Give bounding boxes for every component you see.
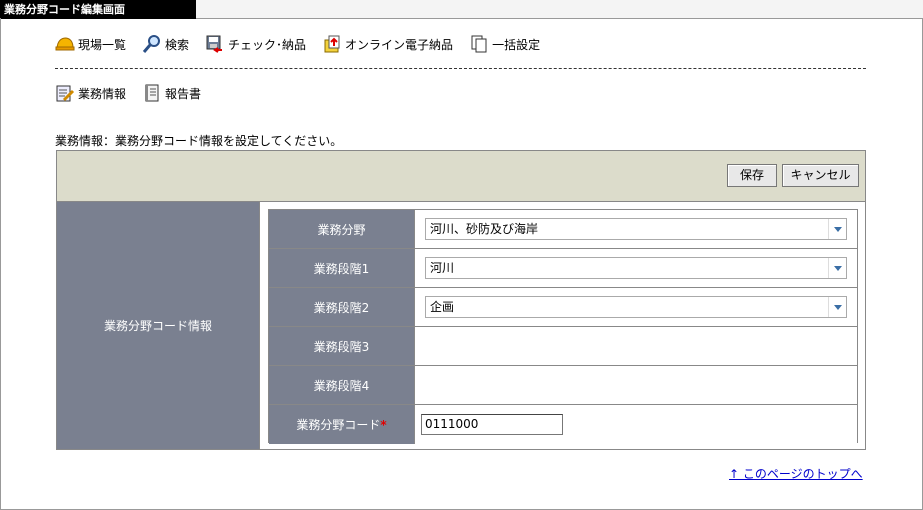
field-row-business-field: 業務分野 河川、砂防及び海岸 [269,210,857,249]
title-rule [196,0,923,19]
edit-document-icon [55,83,75,103]
cancel-button[interactable]: キャンセル [782,164,859,187]
select-value: 河川、砂防及び海岸 [430,222,539,236]
toolbar-label-site-list: 現場一覧 [78,37,127,52]
window-title: 業務分野コード編集画面 [0,0,196,19]
toolbar-search[interactable]: 検索 [142,34,189,54]
toolbar-label-online-delivery: オンライン電子納品 [345,37,454,52]
select-value: 企画 [430,300,455,314]
main-toolbar: 現場一覧 検索 チェック･納品 オンライン電子納品 一括設定 [55,34,556,54]
toolbar-check-delivery[interactable]: チェック･納品 [205,34,306,54]
chevron-down-icon[interactable] [828,258,846,278]
field-label: 業務段階2 [269,288,415,326]
field-label: 業務分野コード * [269,405,415,444]
field-row-stage2: 業務段階2 企画 [269,288,857,327]
field-label: 業務段階4 [269,366,415,404]
subnav-label-business-info: 業務情報 [78,86,127,101]
toolbar-label-bulk-settings: 一括設定 [492,37,541,52]
subnav-report[interactable]: 報告書 [142,83,201,103]
copy-pages-icon [469,34,489,54]
toolbar-bulk-settings[interactable]: 一括設定 [469,34,540,54]
online-delivery-icon [322,34,342,54]
sub-toolbar: 業務情報 報告書 [55,83,217,103]
field-row-stage3: 業務段階3 [269,327,857,366]
stage2-select[interactable]: 企画 [425,296,847,318]
helmet-icon [55,34,75,54]
subnav-label-report: 報告書 [165,86,202,101]
toolbar-label-check-delivery: チェック･納品 [228,37,307,52]
business-code-input[interactable]: 0111000 [421,414,563,435]
field-label: 業務段階3 [269,327,415,365]
report-icon [142,83,162,103]
section-label: 業務分野コード情報 [57,202,260,449]
toolbar-site-list[interactable]: 現場一覧 [55,34,126,54]
panel-header: 保存 キャンセル [57,151,865,202]
field-value-cell: 河川 [415,249,857,287]
field-value-cell: 企画 [415,288,857,326]
select-value: 河川 [430,261,455,275]
page-top-link[interactable]: ↑ このページのトップへ [729,465,863,482]
field-label: 業務段階1 [269,249,415,287]
field-row-stage1: 業務段階1 河川 [269,249,857,288]
field-row-code: 業務分野コード * 0111000 [269,405,857,444]
chevron-down-icon[interactable] [828,219,846,239]
field-table: 業務分野 河川、砂防及び海岸 業務段階1 河川 業務段階2 企画 業務段階3 業… [268,209,858,444]
field-label: 業務分野 [269,210,415,248]
field-label-text: 業務分野コード [296,418,381,432]
field-value-cell: 0111000 [415,405,857,444]
disk-check-icon [205,34,225,54]
field-row-stage4: 業務段階4 [269,366,857,405]
field-value-cell [415,327,857,365]
instruction-message: 業務情報：業務分野コード情報を設定してください。 [55,134,343,148]
toolbar-label-search: 検索 [165,37,190,52]
edit-panel: 保存 キャンセル 業務分野コード情報 業務分野 河川、砂防及び海岸 業務段階1 … [56,150,866,450]
required-mark: * [380,417,387,432]
toolbar-divider [55,68,866,69]
chevron-down-icon[interactable] [828,297,846,317]
field-value-cell: 河川、砂防及び海岸 [415,210,857,248]
subnav-business-info[interactable]: 業務情報 [55,83,126,103]
toolbar-online-delivery[interactable]: オンライン電子納品 [322,34,453,54]
save-button[interactable]: 保存 [727,164,777,187]
stage1-select[interactable]: 河川 [425,257,847,279]
magnifier-icon [142,34,162,54]
field-value-cell [415,366,857,404]
business-field-select[interactable]: 河川、砂防及び海岸 [425,218,847,240]
